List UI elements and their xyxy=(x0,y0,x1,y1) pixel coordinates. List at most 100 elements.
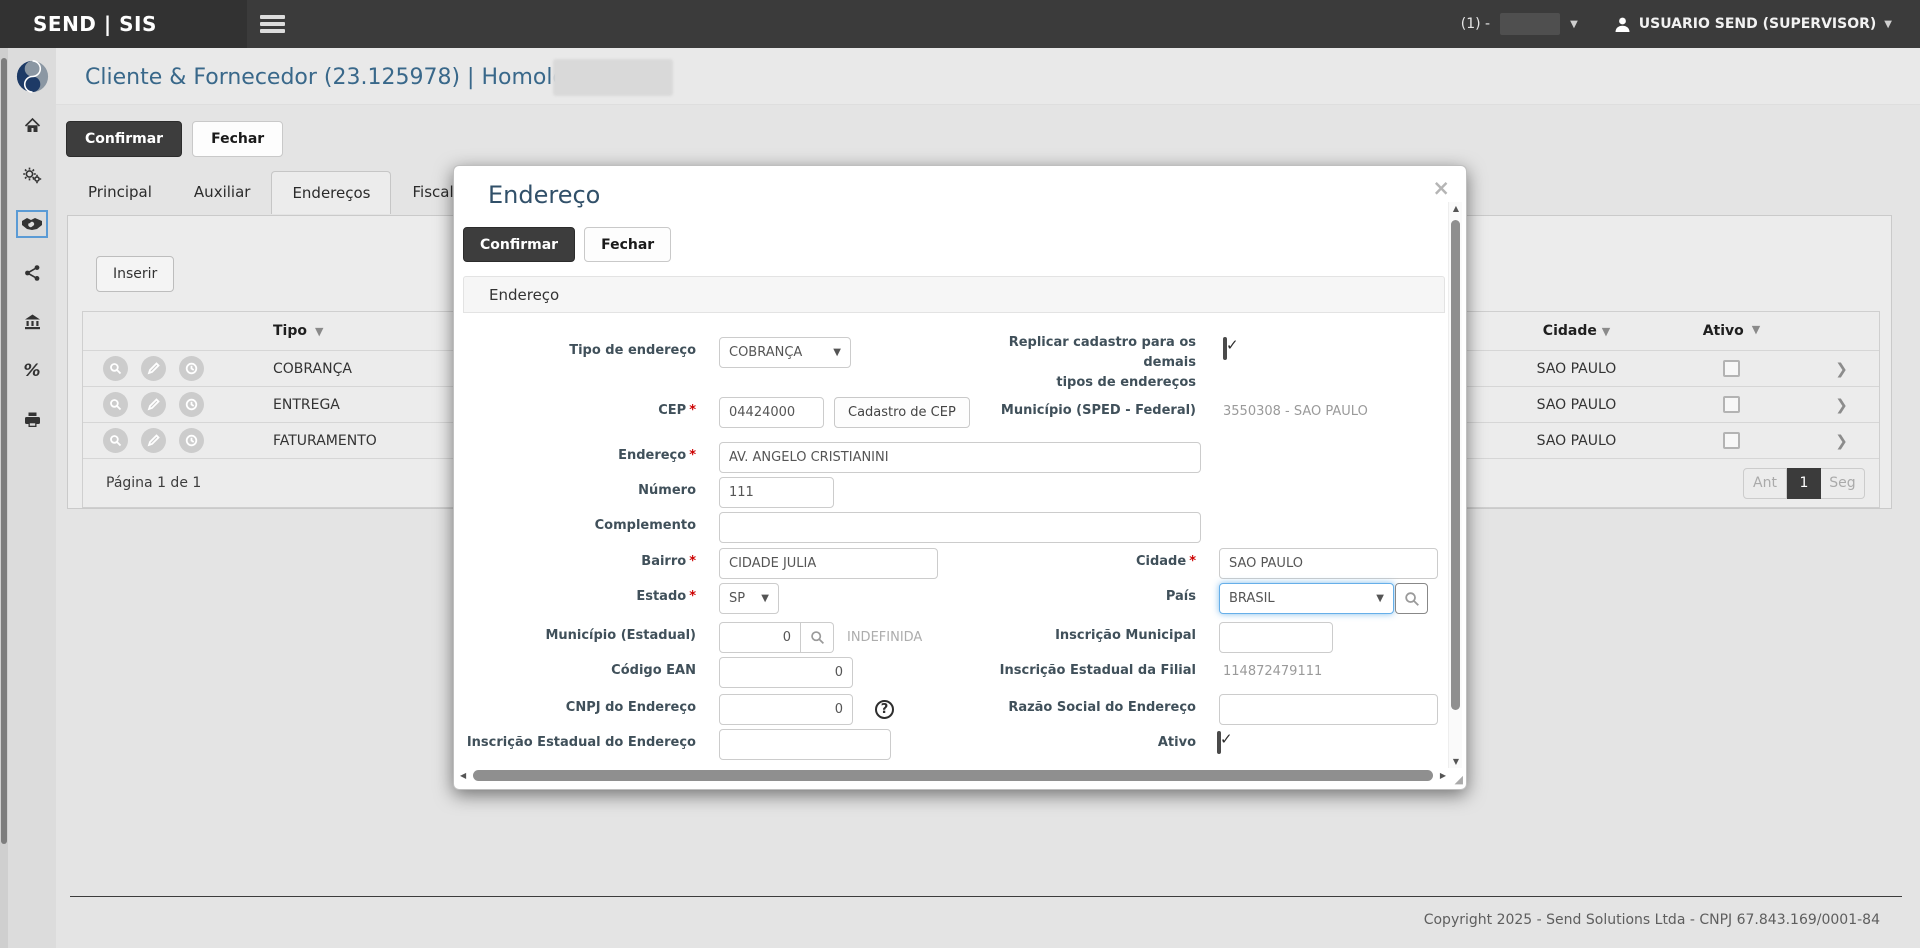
cep-input[interactable] xyxy=(719,397,824,428)
page-info: Página 1 de 1 xyxy=(106,475,202,491)
cnpj-endereco-label: CNPJ do Endereço xyxy=(565,700,696,715)
page-current[interactable]: 1 xyxy=(1787,467,1821,499)
settings-gears-icon[interactable] xyxy=(19,164,45,186)
edit-icon[interactable] xyxy=(141,392,166,417)
app-brand: SEND | SIS xyxy=(33,12,157,36)
menu-toggle-icon[interactable] xyxy=(260,15,285,33)
cidade-input[interactable] xyxy=(1219,548,1438,579)
footer-divider xyxy=(70,896,1902,897)
partners-handshake-icon[interactable] xyxy=(16,210,48,238)
sort-caret-icon[interactable]: ▼ xyxy=(1602,325,1610,338)
modal-close-button[interactable]: Fechar xyxy=(584,227,672,262)
replicar-label: Replicar cadastro para os demais tipos d… xyxy=(1008,335,1196,390)
ativo-label: Ativo xyxy=(1157,735,1196,750)
tab-principal[interactable]: Principal xyxy=(67,170,173,213)
view-icon[interactable] xyxy=(103,428,128,453)
confirm-button[interactable]: Confirmar xyxy=(66,121,183,157)
row-chevron-icon[interactable]: ❯ xyxy=(1835,396,1848,414)
scroll-down-icon[interactable]: ▼ xyxy=(1449,757,1463,766)
inscricao-municipal-input[interactable] xyxy=(1219,622,1333,653)
modal-close-icon[interactable]: × xyxy=(1432,176,1450,200)
tipo-endereco-label: Tipo de endereço xyxy=(569,343,696,358)
codigo-ean-input[interactable] xyxy=(719,657,853,688)
bairro-input[interactable] xyxy=(719,548,938,579)
sidebar: % xyxy=(8,48,56,948)
sort-caret-icon[interactable]: ▼ xyxy=(1752,323,1760,339)
cell-tipo: COBRANÇA xyxy=(273,360,352,377)
page-next-button[interactable]: Seg xyxy=(1821,467,1865,499)
municipio-estadual-label: Município (Estadual) xyxy=(545,628,696,643)
close-button[interactable]: Fechar xyxy=(192,121,284,157)
complemento-input[interactable] xyxy=(719,512,1201,543)
row-chevron-icon[interactable]: ❯ xyxy=(1835,432,1848,450)
ie-endereco-input[interactable] xyxy=(719,729,891,760)
tab-auxiliar[interactable]: Auxiliar xyxy=(173,170,272,213)
modal-horizontal-scrollbar[interactable]: ◀ ▶ xyxy=(460,767,1446,783)
view-icon[interactable] xyxy=(103,392,128,417)
municipio-sped-value: 3550308 - SAO PAULO xyxy=(1223,404,1368,419)
estado-select[interactable]: SP ▼ xyxy=(719,583,779,614)
sort-caret-icon[interactable]: ▼ xyxy=(315,325,323,338)
endereco-modal: Endereço × Confirmar Fechar Endereço Tip… xyxy=(453,165,1467,790)
sidebar-scrollbar[interactable] xyxy=(0,48,8,948)
municipio-search-icon[interactable] xyxy=(801,622,834,653)
endereco-input[interactable] xyxy=(719,442,1201,473)
ativo-checkbox[interactable] xyxy=(1217,731,1221,754)
view-icon[interactable] xyxy=(103,356,128,381)
ativo-checkbox[interactable] xyxy=(1723,360,1740,377)
pais-select[interactable]: BRASIL ▼ xyxy=(1219,583,1394,614)
user-menu[interactable]: USUARIO SEND (SUPERVISOR) ▼ xyxy=(1614,16,1892,33)
modal-vertical-scrollbar[interactable]: ▲ ▼ xyxy=(1448,202,1462,768)
ie-filial-label: Inscrição Estadual da Filial xyxy=(999,663,1196,678)
col-ativo[interactable]: Ativo xyxy=(1703,323,1744,339)
bairro-label: Bairro * xyxy=(641,554,696,569)
row-chevron-icon[interactable]: ❯ xyxy=(1835,360,1848,378)
help-icon[interactable]: ? xyxy=(875,700,894,719)
resize-grip-icon[interactable]: ◢ xyxy=(1455,773,1463,786)
print-icon[interactable] xyxy=(19,409,45,431)
history-icon[interactable] xyxy=(179,356,204,381)
modal-title: Endereço xyxy=(488,181,601,209)
municipio-estadual-hint: INDEFINIDA xyxy=(847,630,923,645)
bank-icon[interactable] xyxy=(19,311,45,333)
municipio-sped-label: Município (SPED - Federal) xyxy=(1000,403,1196,418)
user-caret-icon: ▼ xyxy=(1884,18,1892,30)
scroll-right-icon[interactable]: ▶ xyxy=(1436,771,1446,780)
edit-icon[interactable] xyxy=(141,356,166,381)
history-icon[interactable] xyxy=(179,392,204,417)
ativo-checkbox[interactable] xyxy=(1723,396,1740,413)
edit-icon[interactable] xyxy=(141,428,166,453)
col-cidade[interactable]: Cidade xyxy=(1543,323,1597,339)
pais-search-icon[interactable] xyxy=(1395,583,1428,614)
col-tipo[interactable]: Tipo xyxy=(273,323,307,339)
share-network-icon[interactable] xyxy=(19,262,45,284)
estado-label: Estado * xyxy=(636,589,696,604)
ie-endereco-label: Inscrição Estadual do Endereço xyxy=(466,735,696,750)
cnpj-endereco-input[interactable] xyxy=(719,694,853,725)
tipo-endereco-select[interactable]: COBRANÇA ▼ xyxy=(719,337,851,368)
modal-confirm-button[interactable]: Confirmar xyxy=(463,227,576,262)
insert-button[interactable]: Inserir xyxy=(96,256,175,292)
cadastro-cep-button[interactable]: Cadastro de CEP xyxy=(834,397,970,428)
numero-input[interactable] xyxy=(719,477,834,508)
app-logo[interactable] xyxy=(8,48,56,105)
replicar-checkbox[interactable] xyxy=(1223,337,1227,360)
tab-enderecos[interactable]: Endereços xyxy=(271,171,392,214)
title-bar: Cliente & Fornecedor (23.125978) | Homol… xyxy=(0,48,1920,105)
numero-label: Número xyxy=(638,483,696,498)
ativo-checkbox[interactable] xyxy=(1723,432,1740,449)
scroll-up-icon[interactable]: ▲ xyxy=(1449,204,1463,213)
pais-label: País xyxy=(1165,589,1196,604)
top-bar: SEND | SIS (1) - ▼ USUARIO SEND (SUPERVI… xyxy=(0,0,1920,48)
tenant-name-redacted xyxy=(1500,13,1561,35)
cidade-label: Cidade * xyxy=(1135,554,1196,569)
history-icon[interactable] xyxy=(179,428,204,453)
tenant-caret-icon[interactable]: ▼ xyxy=(1570,19,1578,30)
scroll-left-icon[interactable]: ◀ xyxy=(460,771,470,780)
cell-tipo: ENTREGA xyxy=(273,396,340,413)
home-icon[interactable] xyxy=(19,115,45,137)
municipio-estadual-input[interactable] xyxy=(719,622,801,653)
percent-icon[interactable]: % xyxy=(19,360,45,382)
razao-social-input[interactable] xyxy=(1219,694,1438,725)
page-prev-button[interactable]: Ant xyxy=(1743,467,1787,499)
